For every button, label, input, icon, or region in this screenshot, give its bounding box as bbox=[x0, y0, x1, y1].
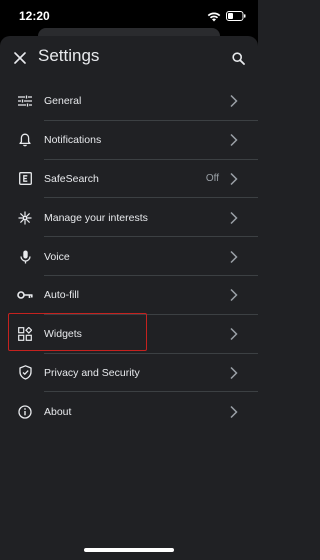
menu-item-label: Manage your interests bbox=[44, 211, 148, 224]
settings-menu: General Notifications SafeSearch Off Man… bbox=[0, 82, 258, 431]
chevron-right-icon bbox=[230, 172, 238, 186]
status-icons bbox=[207, 9, 246, 23]
menu-item-label: SafeSearch bbox=[44, 172, 99, 185]
menu-item-privacy-security[interactable]: Privacy and Security bbox=[0, 354, 258, 393]
sparkle-icon bbox=[16, 209, 34, 227]
settings-sheet: Settings General Notifications SafeSearc… bbox=[0, 36, 258, 560]
shield-check-icon bbox=[16, 364, 34, 382]
settings-header: Settings bbox=[0, 36, 258, 80]
close-icon bbox=[14, 52, 26, 64]
menu-item-label: Notifications bbox=[44, 134, 102, 147]
menu-item-general[interactable]: General bbox=[0, 82, 258, 121]
wifi-icon bbox=[207, 12, 221, 21]
menu-item-autofill[interactable]: Auto-fill bbox=[0, 276, 258, 315]
bell-icon bbox=[16, 131, 34, 149]
chevron-right-icon bbox=[230, 134, 238, 147]
menu-item-label: Auto-fill bbox=[44, 289, 80, 302]
menu-item-notifications[interactable]: Notifications bbox=[0, 121, 258, 160]
menu-item-about[interactable]: About bbox=[0, 392, 258, 431]
menu-item-label: Voice bbox=[44, 250, 70, 263]
menu-item-widgets[interactable]: Widgets bbox=[0, 315, 258, 354]
menu-item-label: General bbox=[44, 95, 82, 108]
menu-item-label: Widgets bbox=[44, 328, 82, 341]
chevron-right-icon bbox=[230, 328, 238, 341]
sliders-icon bbox=[16, 92, 34, 110]
chevron-right-icon bbox=[230, 366, 238, 379]
chevron-right-icon bbox=[230, 289, 238, 302]
page-title: Settings bbox=[38, 46, 100, 65]
microphone-icon bbox=[16, 248, 34, 266]
menu-item-label: About bbox=[44, 405, 72, 418]
safesearch-status: Off bbox=[205, 173, 219, 185]
chevron-right-icon bbox=[230, 405, 238, 418]
menu-item-voice[interactable]: Voice bbox=[0, 237, 258, 276]
battery-icon bbox=[226, 11, 246, 21]
chevron-right-icon bbox=[230, 211, 238, 224]
widgets-icon bbox=[16, 325, 34, 343]
status-time: 12:20 bbox=[19, 9, 50, 23]
explicit-e-icon bbox=[16, 170, 34, 188]
menu-item-label: Privacy and Security bbox=[44, 366, 140, 379]
key-icon bbox=[16, 286, 34, 304]
chevron-right-icon bbox=[230, 95, 238, 108]
menu-item-interests[interactable]: Manage your interests bbox=[0, 198, 258, 237]
search-icon bbox=[231, 51, 245, 65]
chevron-right-icon bbox=[230, 250, 238, 263]
info-icon bbox=[16, 403, 34, 421]
home-indicator[interactable] bbox=[84, 548, 174, 552]
menu-item-safesearch[interactable]: SafeSearch Off bbox=[0, 160, 258, 199]
search-button[interactable] bbox=[228, 48, 248, 68]
close-button[interactable] bbox=[10, 48, 30, 68]
